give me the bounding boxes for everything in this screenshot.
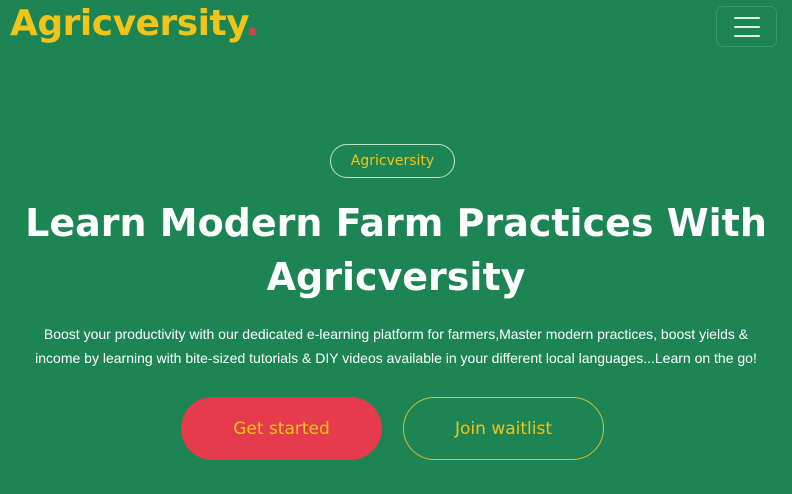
hamburger-icon-bar-top [733,16,760,19]
landing-page: Agricversity. Agricversity Learn Modern … [0,0,792,494]
hamburger-icon-bar-middle [733,25,760,28]
hamburger-icon-bar-bottom [733,34,760,37]
headline-line-1: Learn Modern Farm Practices With [25,201,767,245]
hero-headline: Learn Modern Farm Practices With Agricve… [0,196,792,304]
headline-line-2: Agricversity [266,255,526,299]
join-waitlist-button[interactable]: Join waitlist [403,397,604,460]
logo-text: Agricversity [10,3,246,44]
description-line-1: Boost your productivity with our dedicat… [43,326,749,342]
hero-badge: Agricversity [330,144,455,178]
hero-description: Boost your productivity with our dedicat… [6,322,786,370]
get-started-button[interactable]: Get started [181,397,382,460]
brand-logo[interactable]: Agricversity. [10,2,260,46]
description-line-2: income by learning with bite-sized tutor… [35,350,757,366]
menu-toggle-button[interactable] [716,6,777,47]
logo-dot: . [245,3,260,44]
